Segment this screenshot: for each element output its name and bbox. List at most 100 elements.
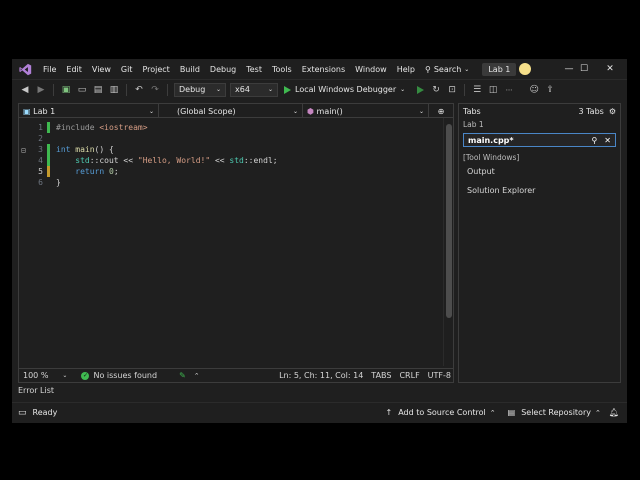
menu-tools[interactable]: Tools: [267, 65, 297, 74]
status-text: Ready: [32, 408, 58, 417]
chevron-up-icon[interactable]: ⌃: [194, 372, 200, 380]
menu-test[interactable]: Test: [241, 65, 267, 74]
search-box[interactable]: ⚲ Search ⌄: [420, 65, 474, 74]
save-all-icon[interactable]: ▥: [107, 83, 121, 97]
maximize-button[interactable]: ☐: [570, 59, 598, 79]
new-project-icon[interactable]: ▣: [59, 83, 73, 97]
start-without-debugging-icon[interactable]: [413, 83, 427, 97]
project-combo-label: Lab 1: [33, 106, 56, 116]
upload-icon: ↑: [385, 408, 393, 417]
change-marker: [47, 155, 50, 166]
tabs-panel-header: Tabs 3 Tabs ⚙: [459, 104, 620, 118]
split-editor-button[interactable]: ⊕: [429, 104, 453, 118]
diagnostics-icon[interactable]: ⊡: [445, 83, 459, 97]
tool-windows-label: [Tool Windows]: [463, 153, 520, 162]
repository-icon: ▤: [507, 408, 516, 417]
code-line: 1 #include <iostream>: [19, 122, 439, 133]
comment-icon[interactable]: ☰: [470, 83, 484, 97]
indent-mode[interactable]: TABS: [371, 371, 391, 380]
tab-solution-explorer[interactable]: Solution Explorer: [459, 183, 620, 198]
editor-status-strip: 100 % ⌄ ✓ No issues found ✎ ⌃ Ln: 5, Ch:…: [19, 368, 453, 382]
chevron-down-icon: ⌄: [400, 86, 406, 93]
select-repository-button[interactable]: Select Repository: [521, 408, 591, 417]
error-list-tab[interactable]: Error List: [18, 386, 54, 395]
chevron-down-icon: ⌄: [148, 107, 154, 115]
code-line-text: return 0;: [75, 167, 119, 176]
tabs-tool-window: Tabs 3 Tabs ⚙ Lab 1 main.cpp* ⚲ ✕ [Tool …: [458, 103, 621, 383]
menu-extensions[interactable]: Extensions: [297, 65, 350, 74]
platform-select[interactable]: x64 ⌄: [230, 82, 278, 97]
line-ending[interactable]: CRLF: [399, 371, 419, 380]
tabs-panel-title: Tabs: [463, 106, 481, 116]
close-button[interactable]: ✕: [596, 59, 624, 79]
copilot-icon[interactable]: ☺: [527, 83, 541, 97]
scope-combo[interactable]: (Global Scope) ⌄: [159, 104, 303, 118]
visual-studio-window: File Edit View Git Project Build Debug T…: [12, 59, 627, 423]
output-panel-icon[interactable]: ▭: [18, 408, 27, 418]
run-label: Local Windows Debugger: [295, 85, 397, 94]
scrollbar-thumb[interactable]: [446, 124, 452, 318]
menu-git[interactable]: Git: [116, 65, 138, 74]
code-text-area[interactable]: 1 #include <iostream> 2 3 int main() { 4…: [19, 118, 439, 366]
tabs-count: 3 Tabs: [578, 106, 604, 116]
navigate-forward-icon[interactable]: ▶: [34, 83, 48, 97]
pin-icon[interactable]: ⚲: [591, 136, 597, 145]
menu-view[interactable]: View: [87, 65, 116, 74]
line-number: 2: [38, 134, 43, 143]
search-label: Search: [433, 64, 462, 74]
redo-icon[interactable]: ↷: [148, 83, 162, 97]
notifications-icon[interactable]: 🔔︎: [609, 408, 619, 417]
more-tools-icon[interactable]: ⋯: [502, 83, 516, 97]
line-number: 6: [38, 178, 43, 187]
save-icon[interactable]: ▤: [91, 83, 105, 97]
menu-debug[interactable]: Debug: [205, 65, 241, 74]
chevron-down-icon[interactable]: ⌄: [62, 372, 67, 379]
search-icon: ⚲: [424, 64, 431, 74]
tab-output[interactable]: Output: [459, 164, 620, 179]
menu-window[interactable]: Window: [350, 65, 392, 74]
hot-reload-icon[interactable]: ↻: [429, 83, 443, 97]
cursor-position[interactable]: Ln: 5, Ch: 11, Col: 14: [279, 371, 363, 380]
tab-main-cpp[interactable]: main.cpp* ⚲ ✕: [463, 133, 616, 147]
start-debugging-button[interactable]: Local Windows Debugger ⌄: [280, 85, 409, 94]
project-combo[interactable]: ▣ Lab 1 ⌄: [19, 104, 159, 118]
code-line: 2: [19, 133, 439, 144]
open-file-icon[interactable]: ▭: [75, 83, 89, 97]
split-icon: ⊕: [437, 106, 445, 116]
chevron-down-icon: ⌄: [292, 107, 298, 115]
add-to-source-control-button[interactable]: Add to Source Control: [398, 408, 486, 417]
member-combo[interactable]: ⬢ main() ⌄: [303, 104, 429, 118]
live-share-icon[interactable]: ⇪: [543, 83, 557, 97]
chevron-up-icon[interactable]: ⌃: [490, 409, 496, 417]
navigate-back-icon[interactable]: ◀: [18, 83, 32, 97]
close-icon[interactable]: ✕: [604, 136, 611, 145]
encoding[interactable]: UTF-8: [428, 371, 451, 380]
tabs-group-label: Lab 1: [463, 120, 484, 129]
code-line: 6 }: [19, 177, 439, 188]
gear-icon[interactable]: ⚙: [609, 107, 616, 116]
solution-name-badge: Lab 1: [482, 62, 517, 76]
issues-indicator[interactable]: ✓ No issues found: [81, 371, 157, 380]
zoom-level[interactable]: 100 %: [23, 371, 48, 380]
change-marker: [47, 166, 50, 177]
member-combo-label: main(): [316, 106, 343, 116]
issues-text: No issues found: [93, 371, 158, 380]
vertical-scrollbar[interactable]: [443, 118, 453, 366]
code-editor: ▣ Lab 1 ⌄ (Global Scope) ⌄ ⬢ main() ⌄ ⊕ …: [18, 103, 454, 383]
code-cleanup-icon[interactable]: ✎: [179, 371, 186, 380]
bookmark-icon[interactable]: ◫: [486, 83, 500, 97]
collapse-icon[interactable]: ⊟: [21, 146, 26, 155]
menu-edit[interactable]: Edit: [61, 65, 87, 74]
code-line: 4 std::cout << "Hello, World!" << std::e…: [19, 155, 439, 166]
avatar[interactable]: [519, 63, 531, 75]
configuration-select[interactable]: Debug ⌄: [174, 82, 226, 97]
undo-icon[interactable]: ↶: [132, 83, 146, 97]
menu-help[interactable]: Help: [392, 65, 420, 74]
configuration-value: Debug: [179, 85, 206, 94]
chevron-up-icon[interactable]: ⌃: [595, 409, 601, 417]
menu-project[interactable]: Project: [137, 65, 174, 74]
play-icon: [284, 85, 291, 94]
menu-build[interactable]: Build: [175, 65, 205, 74]
menu-file[interactable]: File: [38, 65, 61, 74]
standard-toolbar: ◀ ▶ ▣ ▭ ▤ ▥ ↶ ↷ Debug ⌄ x64 ⌄ Local Wind…: [12, 79, 627, 99]
